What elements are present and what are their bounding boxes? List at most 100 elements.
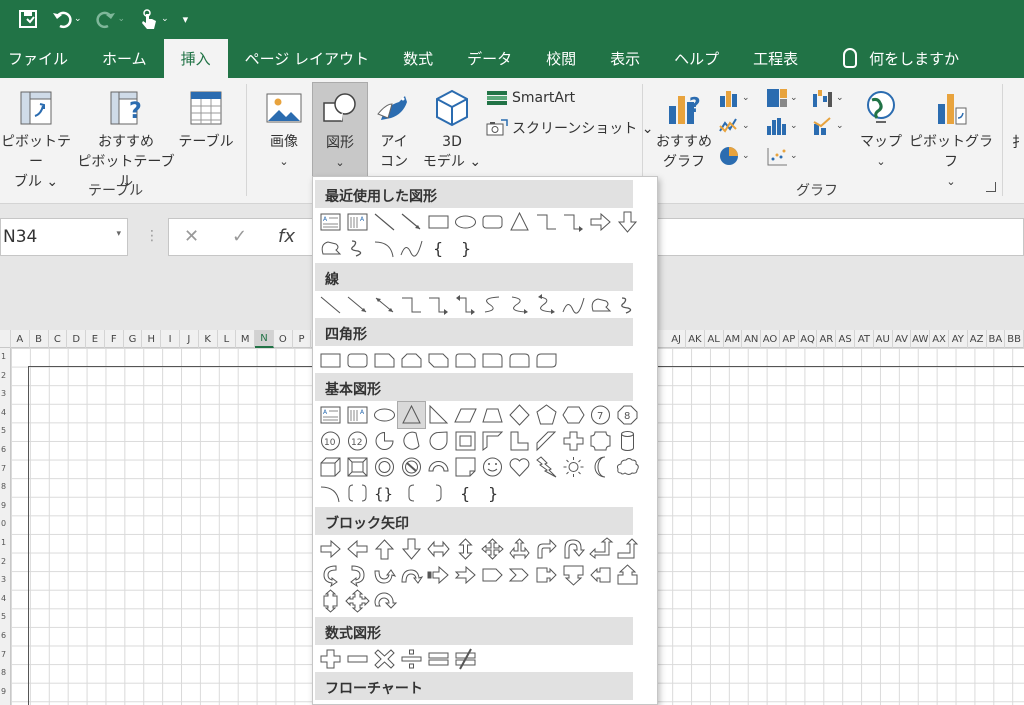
double-bracket-icon[interactable]: [344, 480, 371, 506]
bevel-icon[interactable]: [344, 454, 371, 480]
column-header-cell[interactable]: AQ: [799, 330, 818, 348]
diagonal-stripe-icon[interactable]: [533, 428, 560, 454]
row-header-cell[interactable]: 5: [1, 612, 6, 621]
hexagon-icon[interactable]: [560, 402, 587, 428]
cancel-icon[interactable]: ✕: [184, 226, 199, 247]
u-turn-arrow-icon[interactable]: [560, 536, 587, 562]
tab-home[interactable]: ホーム: [85, 38, 164, 78]
octagon-icon[interactable]: 8: [614, 402, 641, 428]
double-arrow-line-icon[interactable]: [371, 292, 398, 318]
redo-button[interactable]: ⌄: [92, 9, 130, 29]
line-icon[interactable]: [317, 292, 344, 318]
row-header-cell[interactable]: 8: [1, 482, 6, 491]
row-header-cell[interactable]: 3: [1, 389, 6, 398]
elbow-arrow-connector-icon[interactable]: [425, 292, 452, 318]
folded-corner-icon[interactable]: [452, 454, 479, 480]
pivot-table-button[interactable]: ピボットテー ブル ⌄: [0, 88, 74, 192]
right-arrow-callout-icon[interactable]: [533, 562, 560, 588]
maps-button[interactable]: マップ ⌄: [856, 88, 906, 172]
curved-up-arrow-icon[interactable]: [371, 562, 398, 588]
undo-button[interactable]: ⌄: [48, 9, 86, 29]
column-chart-button[interactable]: ⌄: [718, 88, 750, 108]
tell-me-search[interactable]: 何をしますか: [815, 38, 976, 78]
left-brace-icon[interactable]: {: [425, 235, 452, 261]
math-plus-icon[interactable]: [317, 646, 344, 672]
row-header-cell[interactable]: 7: [1, 650, 6, 659]
formula-bar-grip[interactable]: ⋮: [145, 228, 159, 244]
enter-icon[interactable]: ✓: [232, 226, 247, 247]
pie-shape-icon[interactable]: [371, 428, 398, 454]
column-header-cell[interactable]: F: [105, 330, 124, 348]
left-brace-icon[interactable]: {: [452, 480, 479, 506]
tab-formulas[interactable]: 数式: [386, 38, 450, 78]
round-same-side-rectangle-icon[interactable]: [506, 347, 533, 373]
row-header-cell[interactable]: 3: [1, 575, 6, 584]
column-header-cell[interactable]: N: [255, 330, 274, 348]
triangle-icon[interactable]: [506, 209, 533, 235]
pentagon-arrow-icon[interactable]: [479, 562, 506, 588]
recommended-charts-button[interactable]: ? おすすめ グラフ: [652, 88, 716, 172]
column-header-cell[interactable]: B: [30, 330, 49, 348]
text-box-icon[interactable]: A: [317, 402, 344, 428]
column-header-cell[interactable]: AU: [874, 330, 893, 348]
tab-help[interactable]: ヘルプ: [657, 38, 736, 78]
snip-diagonal-rectangle-icon[interactable]: [425, 347, 452, 373]
plaque-icon[interactable]: [587, 428, 614, 454]
row-header-cell[interactable]: 2: [1, 557, 6, 566]
table-button[interactable]: テーブル: [176, 88, 236, 152]
row-header-cell[interactable]: 8: [1, 668, 6, 677]
elbow-double-arrow-connector-icon[interactable]: [452, 292, 479, 318]
shapes-button[interactable]: 図形 ⌄: [312, 82, 368, 178]
elbow-connector-icon[interactable]: [533, 209, 560, 235]
math-not-equal-icon[interactable]: [452, 646, 479, 672]
text-box-icon[interactable]: A: [317, 209, 344, 235]
column-header-cell[interactable]: BA: [987, 330, 1006, 348]
curve-icon[interactable]: [398, 235, 425, 261]
up-down-arrow-callout-icon[interactable]: [317, 588, 344, 614]
scatter-chart-button[interactable]: ⌄: [766, 146, 798, 166]
round-diagonal-rectangle-icon[interactable]: [533, 347, 560, 373]
striped-right-arrow-icon[interactable]: [425, 562, 452, 588]
insert-function-button[interactable]: fx: [278, 226, 295, 247]
pentagon-icon[interactable]: [533, 402, 560, 428]
column-header-cell[interactable]: G: [124, 330, 143, 348]
trapezoid-icon[interactable]: [479, 402, 506, 428]
touch-mode-button[interactable]: ⌄: [135, 8, 173, 30]
chevron-down-icon[interactable]: ⌄: [118, 14, 126, 24]
rounded-rectangle-icon[interactable]: [344, 347, 371, 373]
save-button[interactable]: [14, 9, 42, 29]
column-header-cell[interactable]: AS: [836, 330, 856, 348]
name-box[interactable]: N34 ▾: [0, 218, 128, 256]
curved-double-arrow-connector-icon[interactable]: [533, 292, 560, 318]
no-symbol-icon[interactable]: [398, 454, 425, 480]
chord-icon[interactable]: [398, 428, 425, 454]
column-header-cell[interactable]: D: [67, 330, 87, 348]
notched-right-arrow-icon[interactable]: [452, 562, 479, 588]
tab-page-layout[interactable]: ページ レイアウト: [228, 38, 386, 78]
column-header-cell[interactable]: P: [293, 330, 312, 348]
line-icon[interactable]: [371, 209, 398, 235]
column-header-cell[interactable]: AV: [893, 330, 912, 348]
row-header-cell[interactable]: 0: [1, 519, 6, 528]
curved-arrow-connector-icon[interactable]: [506, 292, 533, 318]
tab-insert[interactable]: 挿入: [163, 39, 228, 78]
row-header-cell[interactable]: 6: [1, 631, 6, 640]
tab-data[interactable]: データ: [450, 38, 529, 78]
column-header-cell[interactable]: AJ: [667, 330, 686, 348]
column-header-cell[interactable]: AM: [724, 330, 743, 348]
rectangle-icon[interactable]: [425, 209, 452, 235]
icons-button[interactable]: アイ コン: [370, 88, 418, 172]
screenshot-button[interactable]: スクリーンショット ⌄: [486, 118, 653, 138]
down-arrow-callout-icon[interactable]: [560, 562, 587, 588]
chevron-shape-icon[interactable]: [506, 562, 533, 588]
column-header-cell[interactable]: AW: [911, 330, 931, 348]
snip-round-rectangle-icon[interactable]: [452, 347, 479, 373]
circular-arrow-icon[interactable]: [371, 588, 398, 614]
tab-file[interactable]: ファイル: [0, 38, 85, 78]
curved-down-arrow-icon[interactable]: [398, 562, 425, 588]
right-arrow-icon[interactable]: [587, 209, 614, 235]
cloud-icon[interactable]: [614, 454, 641, 480]
chevron-down-icon[interactable]: ▾: [116, 229, 121, 239]
pivot-chart-button[interactable]: ピボットグラフ ⌄: [906, 88, 996, 192]
moon-icon[interactable]: [587, 454, 614, 480]
